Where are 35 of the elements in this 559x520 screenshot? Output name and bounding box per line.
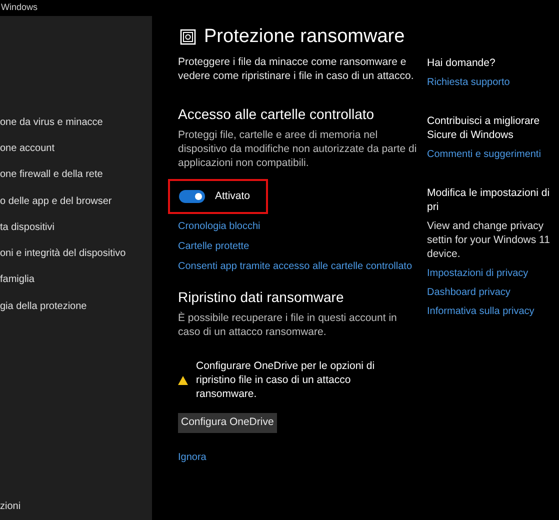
section-description: Proteggi file, cartelle e aree di memoria nel dispositivo da modifiche non autorizzate da parte di applicazioni non compatibili. bbox=[178, 128, 417, 170]
window-title: Windows bbox=[1, 1, 38, 14]
configure-onedrive-button[interactable]: Configura OneDrive bbox=[178, 413, 277, 433]
ransomware-protection-icon bbox=[180, 29, 196, 45]
link[interactable]: Commenti e suggerimenti bbox=[427, 148, 541, 162]
section-description: È possibile recuperare i file in questi account in caso di un attacco ransomware. bbox=[178, 311, 398, 339]
page-description: Proteggere i file da minacce come ransomware e vedere come ripristinare i file in caso di un attacco. bbox=[178, 55, 415, 83]
link[interactable]: Informativa sulla privacy bbox=[427, 305, 534, 319]
panel-heading: Hai domande? bbox=[427, 56, 496, 70]
panel-text: View and change privacy settin for your Windows 11 device. bbox=[427, 219, 551, 261]
sidebar-item[interactable]: famiglia bbox=[0, 266, 152, 294]
warning-message: Configurare OneDrive per le opzioni di ripristino file in caso di un attacco ransomware. bbox=[196, 359, 376, 401]
toggle-switch[interactable] bbox=[179, 190, 205, 203]
section-heading: Accesso alle cartelle controllato bbox=[178, 105, 376, 123]
sidebar-item[interactable]: ta dispositivi bbox=[0, 214, 152, 240]
sidebar-item[interactable]: one firewall e della rete bbox=[0, 162, 152, 188]
sidebar-item[interactable]: gia della protezione bbox=[0, 293, 152, 320]
sidebar-item[interactable]: one account bbox=[0, 135, 152, 162]
link[interactable]: Dashboard privacy bbox=[427, 286, 510, 300]
page-title: Protezione ransomware bbox=[204, 25, 405, 49]
section-heading: Ripristino dati ransomware bbox=[178, 288, 345, 306]
toggle-label: Attivato bbox=[215, 188, 250, 204]
sidebar-item[interactable]: o delle app e del browser bbox=[0, 188, 152, 214]
link[interactable]: Consenti app tramite accesso alle cartelle controllato bbox=[178, 260, 412, 274]
panel-heading: Modifica le impostazioni di pri bbox=[427, 186, 551, 214]
link[interactable]: Richiesta supporto bbox=[427, 76, 510, 90]
link[interactable]: Impostazioni di privacy bbox=[427, 267, 528, 281]
link[interactable]: Cronologia blocchi bbox=[178, 220, 260, 234]
panel-heading: Contribuisci a migliorare Sicure di Windows bbox=[427, 114, 541, 142]
link[interactable]: Ignora bbox=[178, 452, 206, 463]
warning-icon bbox=[178, 376, 188, 384]
sidebar-item[interactable]: zioni bbox=[0, 499, 152, 514]
sidebar-item[interactable]: oni e integrità del dispositivo bbox=[0, 240, 152, 267]
link[interactable]: Cartelle protette bbox=[178, 240, 250, 254]
sidebar-item[interactable]: one da virus e minacce bbox=[0, 109, 152, 136]
